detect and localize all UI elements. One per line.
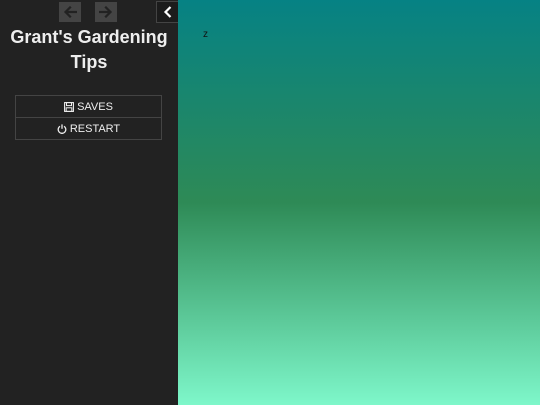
saves-button[interactable]: SAVES [16, 96, 161, 117]
passage-text: z [203, 29, 208, 40]
history-back-button[interactable] [59, 2, 81, 22]
arrow-left-icon [63, 6, 77, 18]
power-icon [57, 123, 67, 134]
story-title: Grant's Gardening Tips [10, 27, 168, 72]
passage-area: z [178, 0, 540, 405]
history-forward-button[interactable] [95, 2, 117, 22]
story-menu: SAVES RESTART [15, 95, 162, 140]
arrow-right-icon [99, 6, 113, 18]
chevron-left-icon [163, 6, 171, 18]
saves-label: SAVES [77, 100, 113, 113]
restart-button[interactable]: RESTART [16, 117, 161, 139]
restart-label: RESTART [69, 122, 121, 135]
sidebar-toggle-button[interactable] [156, 1, 178, 23]
save-icon [64, 101, 75, 112]
sidebar: Grant's Gardening Tips SAVES RESTART [0, 0, 178, 405]
